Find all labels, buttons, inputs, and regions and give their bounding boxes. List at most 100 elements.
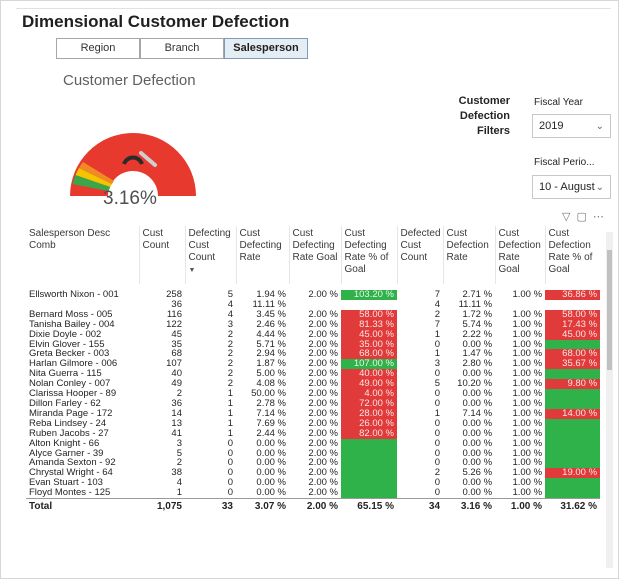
table-cell-dr: 0.00 % <box>256 488 286 499</box>
table-cell-drg: 2.00 % <box>308 359 338 370</box>
table-row[interactable]: Alyce Garner - 39 5 0 0.00 % 2.00 % 0 0.00 % 1.… <box>26 448 601 459</box>
tab-branch[interactable]: Branch <box>140 38 224 59</box>
table-cell-dpg: 58.00 % <box>341 309 397 320</box>
table-cell-dcc: 2 <box>227 329 233 340</box>
table-row[interactable]: Nita Guerra - 115 40 2 5.00 % 2.00 % 40.00 % 0… <box>26 369 601 380</box>
filter-icon[interactable]: ▽ <box>562 211 576 223</box>
table-row[interactable]: Tanisha Bailey - 004 122 3 2.46 % 2.00 % 81.3… <box>26 319 601 330</box>
table-row[interactable]: Alton Knight - 66 3 0 0.00 % 2.00 % 0 0.00 % 1.… <box>26 438 601 449</box>
table-cell-dfp: 9.80 % <box>545 379 601 390</box>
table-cell-dfg: 1.00 % <box>512 389 543 399</box>
table-row[interactable]: Clarissa Hooper - 89 2 1 50.00 % 2.00 % 4.00 … <box>26 389 601 399</box>
fiscal-period-dropdown[interactable]: 10 - August ⌄ <box>532 175 611 199</box>
column-header[interactable]: Cust Defection Rate Goal <box>494 226 546 284</box>
table-cell-dfr: 0.00 % <box>462 418 493 429</box>
table-cell-drg: 2.00 % <box>308 339 338 350</box>
table-cell-dfg: 1.00 % <box>512 339 543 350</box>
table-cell-dfg: 1.00 % <box>512 398 543 409</box>
table-row[interactable]: Bernard Moss - 005 116 4 3.45 % 2.00 % 58.00 … <box>26 309 601 320</box>
tab-region[interactable]: Region <box>56 38 140 59</box>
table-cell-name: Clarissa Hooper - 89 <box>29 389 117 399</box>
column-header[interactable]: Cust Defecting Rate % of Goal <box>340 226 397 284</box>
table-cell-dr: 11.11 % <box>252 299 286 310</box>
column-header[interactable]: Salesperson Desc Comb <box>26 226 139 284</box>
table-cell-dcc: 0 <box>227 478 233 489</box>
table-cell-dfc: 0 <box>434 448 441 459</box>
table-cell-drg: 2.00 % <box>308 428 338 439</box>
table-cell-drg: 2.00 % <box>308 468 338 479</box>
sort-descending-icon: ▼ <box>188 267 196 274</box>
table-cell-dcc: 2 <box>227 379 233 390</box>
table-cell-dfp: 19.00 % <box>545 468 601 479</box>
table-row[interactable]: Elvin Glover - 155 35 2 5.71 % 2.00 % 35.00 %… <box>26 339 601 350</box>
column-header[interactable]: Cust Defection Rate <box>442 226 496 284</box>
column-header[interactable]: Cust Defection Rate % of Goal <box>544 226 601 284</box>
column-header[interactable]: Defecting Cust Count ▼ <box>184 226 236 284</box>
table-cell-dfg: 1.00 % <box>512 448 543 459</box>
table-cell-dfg: 1.00 % <box>512 290 543 300</box>
table-row[interactable]: Ellsworth Nixon - 001 258 5 1.94 % 2.00 % 103… <box>26 290 601 300</box>
filters-heading: Customer Defection Filters <box>458 95 510 137</box>
table-cell-dfg: 1.00 % <box>512 458 543 469</box>
table-row[interactable]: Ruben Jacobs - 27 41 1 2.44 % 2.00 % 82.00 % 0… <box>26 428 601 439</box>
total-cell-dfg: 1.00 % <box>495 498 546 516</box>
table-cell-dcc: 4 <box>227 309 233 320</box>
table-cell-dcc: 0 <box>227 488 233 499</box>
table-cell-cust: 36 <box>171 398 182 409</box>
table-row[interactable]: Greta Becker - 003 68 2 2.94 % 2.00 % 68.00 %… <box>26 349 601 360</box>
table-row[interactable]: Floyd Montes - 125 1 0 0.00 % 2.00 % 0 0.00 % 1… <box>26 488 601 499</box>
table-cell-name <box>26 300 139 310</box>
table-cell-dfr: 2.80 % <box>462 359 493 370</box>
fiscal-year-dropdown[interactable]: 2019 ⌄ <box>532 114 611 138</box>
scrollbar-thumb[interactable] <box>607 250 612 370</box>
table-row[interactable]: Harlan Gilmore - 006 107 2 1.87 % 2.00 % 107.… <box>26 359 601 370</box>
table-cell-cust: 107 <box>166 359 182 370</box>
table-cell-cust: 3 <box>176 438 182 449</box>
table-row[interactable]: Dillon Farley - 62 36 1 2.78 % 2.00 % 72.00 %… <box>26 398 601 409</box>
table-row[interactable]: Reba Lindsey - 24 13 1 7.69 % 2.00 % 26.00 % 0… <box>26 418 601 429</box>
table-cell-drg: 2.00 % <box>308 418 338 429</box>
fiscal-period-label: Fiscal Perio... <box>534 157 595 168</box>
table-cell-dr: 0.00 % <box>256 438 286 449</box>
column-header[interactable]: Cust Defecting Rate Goal <box>288 226 341 284</box>
table-cell-cust: 68 <box>171 349 182 360</box>
table-cell-dpg: 72.00 % <box>341 398 397 409</box>
table-cell-dfp: 45.00 % <box>545 329 601 340</box>
table-cell-dfc: 1 <box>434 349 441 360</box>
tab-salesperson[interactable]: Salesperson <box>224 38 308 59</box>
column-header[interactable]: Cust Defecting Rate <box>235 226 289 284</box>
table-row[interactable]: Nolan Conley - 007 49 2 4.08 % 2.00 % 49.00 %… <box>26 379 601 390</box>
table-cell-dfc: 0 <box>434 428 441 439</box>
table-cell-dfg: 1.00 % <box>512 418 543 429</box>
table-row[interactable]: Miranda Page - 172 14 1 7.14 % 2.00 % 28.00 %… <box>26 408 601 419</box>
table-cell-dfc: 0 <box>434 458 441 469</box>
table-cell-dcc: 1 <box>227 418 233 429</box>
table-cell-dfc: 0 <box>434 339 441 350</box>
table-cell-dr: 4.44 % <box>256 329 286 340</box>
total-cell-dr: 3.07 % <box>236 498 289 516</box>
table-cell-dfg: 1.00 % <box>512 349 543 360</box>
more-options-icon[interactable]: ⋯ <box>593 211 610 223</box>
table-cell-cust: 2 <box>176 458 182 469</box>
column-header[interactable]: Defected Cust Count <box>396 226 444 284</box>
table-row[interactable]: Evan Stuart - 103 4 0 0.00 % 2.00 % 0 0.00 % 1.… <box>26 478 601 489</box>
gauge-title: Customer Defection <box>63 72 196 89</box>
table-cell-name: Nita Guerra - 115 <box>29 369 102 380</box>
table-row[interactable]: Dixie Doyle - 002 45 2 4.44 % 2.00 % 45.00 % 1… <box>26 329 601 340</box>
table-cell-drg: 2.00 % <box>308 488 338 499</box>
table-row[interactable]: Amanda Sexton - 92 2 0 0.00 % 2.00 % 0 0.00 % 1… <box>26 458 601 469</box>
table-cell-name: Ellsworth Nixon - 001 <box>29 290 119 300</box>
table-row[interactable]: 36 4 11.11 % 4 11.11 % <box>26 300 600 310</box>
page-title: Dimensional Customer Defection <box>22 12 290 31</box>
table-cell-dfr: 1.72 % <box>462 309 493 320</box>
focus-mode-icon[interactable]: ▢ <box>576 211 592 223</box>
table-cell-dcc: 5 <box>227 290 233 300</box>
table-row[interactable]: Chrystal Wright - 64 38 0 0.00 % 2.00 % 2 5.26… <box>26 468 601 479</box>
table-scrollbar[interactable] <box>606 232 613 568</box>
table-cell-dfp: 35.67 % <box>545 359 601 370</box>
table-cell-dcc: 0 <box>227 468 233 479</box>
table-cell-name: Evan Stuart - 103 <box>29 478 103 489</box>
column-header[interactable]: Cust Count <box>138 226 185 284</box>
table-cell-dfc: 0 <box>434 398 441 409</box>
table-cell-dfp <box>545 339 601 350</box>
